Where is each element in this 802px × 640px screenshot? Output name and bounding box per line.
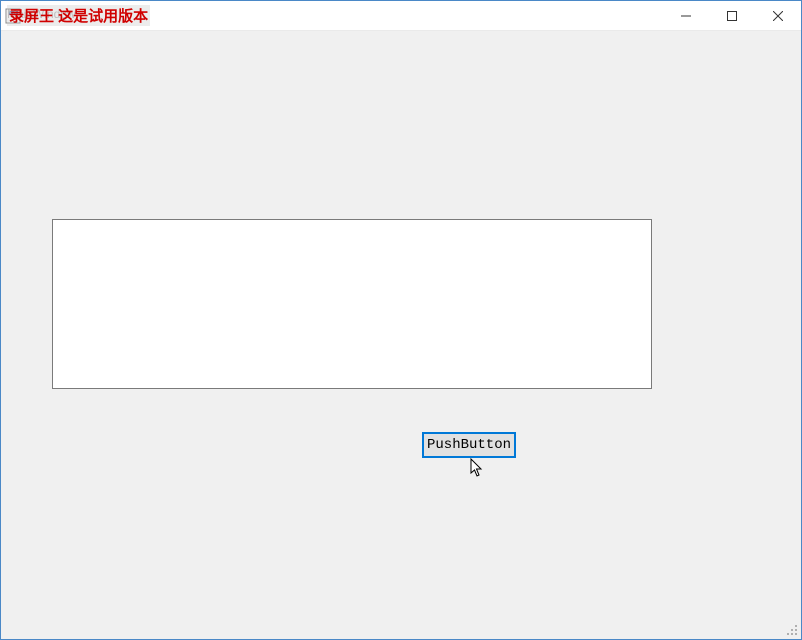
minimize-button[interactable] [663,1,709,31]
text-edit[interactable] [52,219,652,389]
size-grip-icon[interactable] [784,622,798,636]
main-window: MainWindow 录屏王 这是试用版本 PushButton [0,0,802,640]
maximize-button[interactable] [709,1,755,31]
titlebar[interactable]: MainWindow 录屏王 这是试用版本 [1,1,801,31]
client-area: PushButton [2,32,800,638]
window-controls [663,1,801,30]
cursor-icon [470,458,486,478]
watermark-overlay: 录屏王 这是试用版本 [7,5,150,26]
close-button[interactable] [755,1,801,31]
push-button[interactable]: PushButton [422,432,516,458]
title-area: MainWindow 录屏王 这是试用版本 [5,1,25,30]
